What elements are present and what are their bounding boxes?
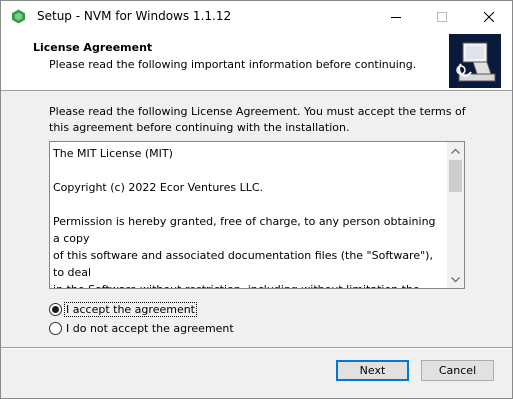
chevron-up-icon bbox=[451, 148, 460, 154]
minimize-button[interactable] bbox=[373, 1, 419, 32]
close-icon bbox=[484, 11, 494, 22]
footer-divider bbox=[1, 347, 512, 349]
accept-radio[interactable] bbox=[49, 302, 62, 316]
maximize-button[interactable] bbox=[419, 1, 465, 32]
wizard-header: License Agreement Please read the follow… bbox=[1, 32, 512, 91]
app-icon bbox=[12, 9, 25, 24]
license-text: The MIT License (MIT) Copyright (c) 2022… bbox=[53, 145, 445, 288]
setup-computer-icon bbox=[449, 34, 501, 88]
license-paragraph: Copyright (c) 2022 Ecor Ventures LLC. bbox=[53, 181, 264, 194]
decline-radio[interactable] bbox=[49, 321, 62, 335]
accept-label[interactable]: I accept the agreement bbox=[64, 301, 197, 317]
license-paragraph: The MIT License (MIT) bbox=[53, 147, 173, 160]
scrollbar-thumb[interactable] bbox=[449, 160, 462, 192]
next-button[interactable]: Next bbox=[336, 360, 409, 381]
title-bar[interactable]: Setup - NVM for Windows 1.1.12 bbox=[1, 1, 512, 32]
page-subtitle: Please read the following important info… bbox=[49, 58, 417, 71]
window-title: Setup - NVM for Windows 1.1.12 bbox=[37, 9, 232, 23]
scroll-down-button[interactable] bbox=[447, 271, 464, 288]
decline-option[interactable]: I do not accept the agreement bbox=[49, 320, 235, 336]
scroll-up-button[interactable] bbox=[447, 142, 464, 159]
setup-window: Setup - NVM for Windows 1.1.12 License A… bbox=[0, 0, 513, 399]
chevron-down-icon bbox=[451, 276, 460, 282]
license-scrollbar[interactable] bbox=[447, 142, 464, 288]
page-title: License Agreement bbox=[33, 41, 153, 54]
license-textbox[interactable]: The MIT License (MIT) Copyright (c) 2022… bbox=[49, 141, 465, 289]
maximize-icon bbox=[437, 11, 447, 22]
license-paragraph: Permission is hereby granted, free of ch… bbox=[53, 215, 436, 288]
intro-text: Please read the following License Agreem… bbox=[49, 105, 466, 134]
close-button[interactable] bbox=[466, 1, 512, 32]
decline-label[interactable]: I do not accept the agreement bbox=[65, 322, 235, 335]
cancel-button[interactable]: Cancel bbox=[421, 360, 494, 381]
accept-option[interactable]: I accept the agreement bbox=[49, 301, 197, 317]
minimize-icon bbox=[391, 16, 401, 18]
